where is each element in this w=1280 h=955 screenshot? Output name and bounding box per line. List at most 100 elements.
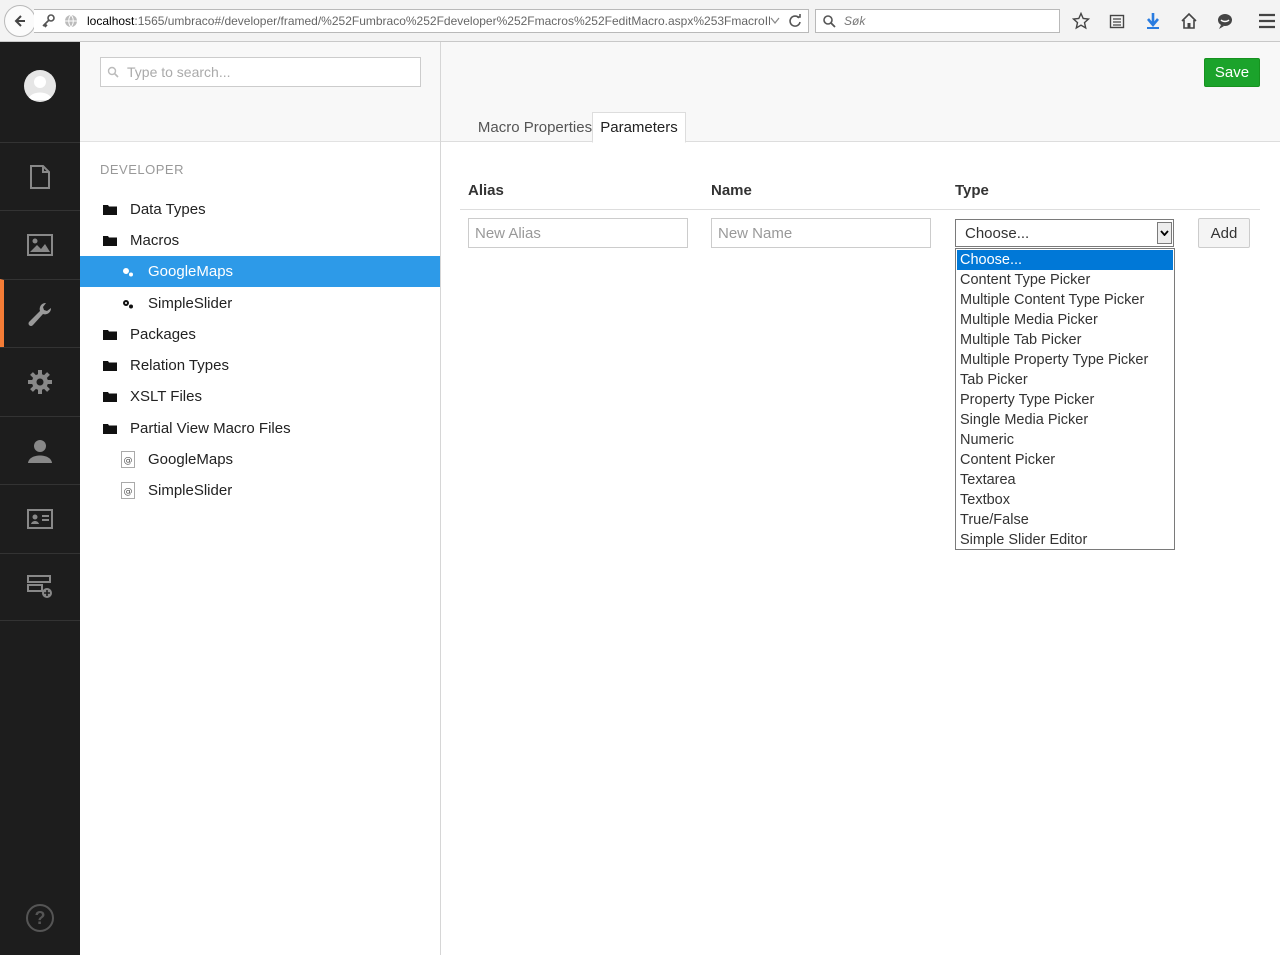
type-option[interactable]: True/False <box>956 510 1174 530</box>
tree-item[interactable]: @ SimpleSlider <box>80 475 440 506</box>
tree-item-label: XSLT Files <box>130 388 202 405</box>
app-sections-nav: ? <box>0 42 80 955</box>
alias-input[interactable] <box>468 218 688 248</box>
type-option[interactable]: Property Type Picker <box>956 390 1174 410</box>
type-select-value: Choose... <box>965 224 1030 242</box>
folder-icon <box>101 423 119 434</box>
tree-search-box[interactable] <box>100 57 421 87</box>
folder-icon <box>101 329 119 340</box>
tree-item[interactable]: XSLT Files <box>80 381 440 412</box>
section-media[interactable] <box>0 210 80 278</box>
type-option[interactable]: Multiple Content Type Picker <box>956 290 1174 310</box>
tree-item[interactable]: Relation Types <box>80 350 440 381</box>
key-icon[interactable] <box>40 13 56 29</box>
type-option[interactable]: Single Media Picker <box>956 410 1174 430</box>
tree-header <box>80 42 440 142</box>
url-host: localhost <box>87 14 135 28</box>
type-select[interactable]: Choose... <box>955 219 1174 247</box>
tree-item[interactable]: Partial View Macro Files <box>80 413 440 444</box>
tree-item-label: Packages <box>130 326 196 343</box>
type-option[interactable]: Content Picker <box>956 450 1174 470</box>
tree-item-label: Macros <box>130 232 180 249</box>
back-button[interactable] <box>4 5 36 37</box>
url-bar[interactable]: localhost :1565/umbraco#/developer/frame… <box>34 9 809 33</box>
tab-macro-properties[interactable]: Macro Properties <box>461 112 609 143</box>
add-button[interactable]: Add <box>1198 218 1250 248</box>
type-option[interactable]: Numeric <box>956 430 1174 450</box>
tree-item[interactable]: SimpleSlider <box>80 288 440 319</box>
tree-item[interactable]: GoogleMaps <box>80 256 440 287</box>
razor-file-icon: @ <box>119 482 137 499</box>
image-icon <box>27 233 53 256</box>
editor-header: Save Macro Properties Parameters <box>441 42 1280 143</box>
column-header-name: Name <box>711 182 752 199</box>
tree-item[interactable]: Packages <box>80 319 440 350</box>
section-content[interactable] <box>0 142 80 210</box>
type-option[interactable]: Content Type Picker <box>956 270 1174 290</box>
tree-item[interactable]: Data Types <box>80 194 440 225</box>
section-developer[interactable] <box>0 279 80 347</box>
browser-search-bar[interactable]: Søk <box>815 9 1060 33</box>
menu-icon[interactable] <box>1256 10 1278 32</box>
type-options-list: Choose... Content Type Picker Multiple Con… <box>955 248 1175 550</box>
header-divider <box>460 209 1260 210</box>
column-header-type: Type <box>955 182 989 199</box>
type-option[interactable]: Multiple Tab Picker <box>956 330 1174 350</box>
gear-icon <box>28 369 52 394</box>
folder-icon <box>101 235 119 246</box>
download-icon[interactable] <box>1142 10 1164 32</box>
tree-item-label: SimpleSlider <box>148 295 233 312</box>
save-button[interactable]: Save <box>1204 58 1260 87</box>
gears-icon <box>119 299 137 309</box>
search-icon <box>107 66 119 78</box>
type-option[interactable]: Textbox <box>956 490 1174 510</box>
gears-icon <box>119 267 137 277</box>
section-forms[interactable] <box>0 553 80 621</box>
url-path: :1565/umbraco#/developer/framed/%252Fumb… <box>134 14 770 28</box>
type-option[interactable]: Tab Picker <box>956 370 1174 390</box>
razor-file-icon: @ <box>119 451 137 468</box>
user-icon <box>28 439 52 463</box>
url-history-dropdown-icon[interactable] <box>770 17 780 25</box>
tab-parameters[interactable]: Parameters <box>592 112 686 143</box>
reading-list-icon[interactable] <box>1106 10 1128 32</box>
tree-item-label: Relation Types <box>130 357 229 374</box>
tree-search-input[interactable] <box>127 64 407 80</box>
back-arrow-icon <box>14 15 25 27</box>
section-members[interactable] <box>0 484 80 552</box>
document-icon <box>30 164 50 189</box>
tree-item[interactable]: @ GoogleMaps <box>80 444 440 475</box>
user-avatar[interactable] <box>24 70 56 102</box>
tree-panel: DEVELOPER Data Types Macros GoogleMaps Simp… <box>80 42 441 955</box>
bookmark-star-icon[interactable] <box>1070 10 1092 32</box>
type-option[interactable]: Multiple Media Picker <box>956 310 1174 330</box>
column-header-alias: Alias <box>468 182 504 199</box>
section-title: DEVELOPER <box>100 162 184 177</box>
tree-item-label: Data Types <box>130 201 206 218</box>
type-option[interactable]: Choose... <box>957 250 1173 270</box>
type-option[interactable]: Textarea <box>956 470 1174 490</box>
globe-icon[interactable] <box>64 14 78 28</box>
add-layout-icon <box>27 575 52 598</box>
folder-icon <box>101 204 119 215</box>
type-option[interactable]: Simple Slider Editor <box>956 530 1174 550</box>
chat-icon[interactable] <box>1214 10 1236 32</box>
tree-item-label: GoogleMaps <box>148 263 234 280</box>
browser-toolbar: localhost :1565/umbraco#/developer/frame… <box>0 0 1280 42</box>
svg-text:@: @ <box>124 487 133 497</box>
reload-icon[interactable] <box>788 14 802 28</box>
id-card-icon <box>27 508 53 529</box>
name-input[interactable] <box>711 218 931 248</box>
type-option[interactable]: Multiple Property Type Picker <box>956 350 1174 370</box>
tree-item[interactable]: Macros <box>80 225 440 256</box>
section-users[interactable] <box>0 416 80 484</box>
help-icon[interactable]: ? <box>26 904 54 932</box>
tree-item-label: Partial View Macro Files <box>130 420 291 437</box>
chevron-down-icon[interactable] <box>1157 222 1172 244</box>
home-icon[interactable] <box>1178 10 1200 32</box>
search-icon <box>823 15 836 28</box>
folder-icon <box>101 360 119 371</box>
svg-text:@: @ <box>124 456 133 466</box>
section-settings[interactable] <box>0 347 80 415</box>
folder-icon <box>101 391 119 402</box>
